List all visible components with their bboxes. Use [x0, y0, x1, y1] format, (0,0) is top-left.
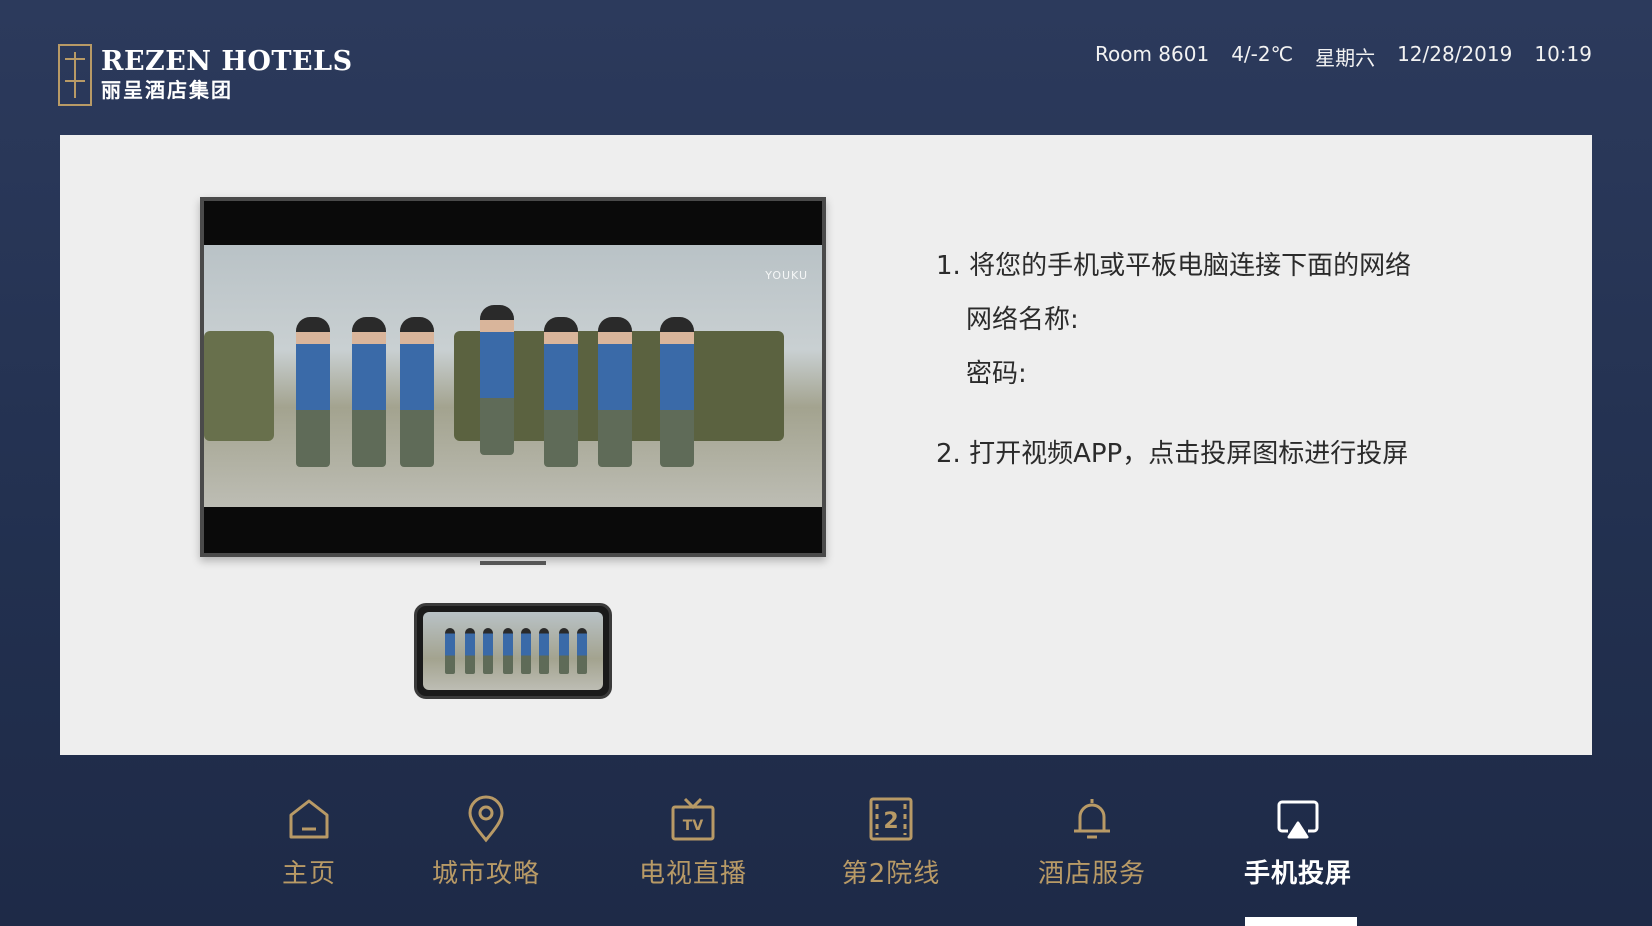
bottom-nav: 主页 城市攻略 TV 电视直播 2 第2院线 酒店服务 手机投屏 [0, 795, 1652, 926]
active-tab-indicator [1245, 917, 1357, 926]
nav-item-hotel-service[interactable]: 酒店服务 [1022, 795, 1162, 890]
nav-item-screen-cast[interactable]: 手机投屏 [1228, 795, 1368, 890]
nav-label-screen-cast: 手机投屏 [1243, 859, 1352, 889]
nav-label-live-tv: 电视直播 [638, 859, 747, 889]
screen-cast-icon [1277, 800, 1319, 839]
room-number: Room 8601 [1094, 42, 1210, 66]
svg-text:TV: TV [683, 818, 704, 834]
nav-item-home[interactable]: 主页 [239, 795, 379, 890]
bell-icon [1074, 799, 1110, 839]
video-still: YOUKU [204, 245, 822, 507]
nav-item-cinema[interactable]: 2 第2院线 [821, 795, 961, 890]
network-name-label: 网络名称: [966, 305, 1079, 335]
nav-label-hotel-service: 酒店服务 [1037, 859, 1146, 889]
date: 12/28/2019 [1397, 42, 1513, 66]
nav-label-city-guide: 城市攻略 [431, 859, 540, 889]
weekday: 星期六 [1315, 46, 1376, 70]
clock: 10:19 [1534, 42, 1592, 66]
screen-cast-panel: YOUKU 1. 将您的手机或平板电脑连接下面的网络 网络名称: 密码: 2. … [60, 135, 1592, 755]
brand-name-cn: 丽呈酒店集团 [101, 78, 233, 102]
step-1-text: 1. 将您的手机或平板电脑连接下面的网络 [936, 251, 1412, 281]
tv-illustration: YOUKU [200, 197, 826, 557]
home-icon [289, 799, 329, 839]
password-label: 密码: [966, 359, 1027, 389]
weather: 4/-2℃ [1231, 42, 1294, 66]
status-bar: Room 8601 4/-2℃ 星期六 12/28/2019 10:19 [1095, 42, 1592, 71]
phone-illustration [414, 603, 612, 699]
nav-label-home: 主页 [281, 859, 336, 889]
video-watermark: YOUKU [765, 269, 808, 282]
brand-name-en: REZEN HOTELS [101, 46, 353, 77]
hotel-logo: REZEN HOTELS 丽呈酒店集团 [58, 44, 353, 106]
step-2-text: 2. 打开视频APP，点击投屏图标进行投屏 [936, 439, 1409, 469]
logo-emblem-icon [58, 44, 92, 106]
nav-item-city-guide[interactable]: 城市攻略 [416, 795, 556, 890]
tv-stand [480, 561, 546, 565]
cinema-2-icon: 2 [869, 797, 913, 841]
tv-icon: TV [671, 797, 715, 841]
svg-text:2: 2 [883, 809, 898, 834]
nav-label-cinema: 第2院线 [841, 859, 941, 889]
nav-item-live-tv[interactable]: TV 电视直播 [623, 795, 763, 890]
location-pin-icon [468, 795, 504, 843]
